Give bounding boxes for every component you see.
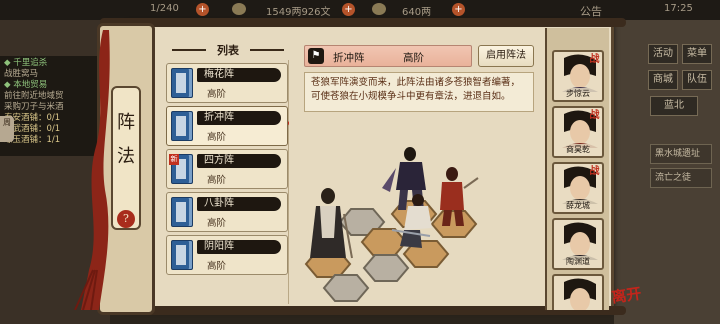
panel-title-char-2: 法 — [117, 146, 135, 167]
hero-roster: 战步惊云战商昊乾战薛龙城 陶渊道 — [545, 28, 609, 310]
formation-list-item[interactable]: 梅花阵高阶 — [166, 63, 288, 103]
hero-face-icon — [564, 278, 596, 310]
silver-coin-icon — [232, 3, 246, 15]
menu-button[interactable]: 菜单 — [682, 44, 712, 64]
hero-portrait[interactable]: 陶渊道 — [552, 218, 604, 270]
task-tracker-2[interactable]: 流亡之徒 — [650, 168, 712, 188]
scroll-rod-top — [100, 18, 626, 27]
hex-tile — [431, 210, 477, 238]
activate-formation-button[interactable]: 启用阵法 — [478, 45, 534, 67]
formation-list-item[interactable]: 新 四方阵高阶 — [166, 149, 288, 189]
hero-portrait[interactable]: 战商昊乾 — [552, 106, 604, 158]
team-button[interactable]: 队伍 — [682, 70, 712, 90]
stamina-counter: 1/240 — [150, 3, 179, 14]
new-badge: 新 — [169, 154, 179, 165]
formation-rank: 高阶 — [207, 261, 227, 272]
clock: 17:25 — [664, 3, 693, 14]
hero-portrait[interactable]: 战薛龙城 — [552, 162, 604, 214]
hero-face-icon — [562, 222, 598, 260]
add-stamina-button[interactable]: + — [196, 3, 209, 16]
formation-list-item[interactable]: 八卦阵高阶 — [166, 192, 288, 232]
hero-portrait[interactable] — [552, 274, 604, 310]
exit-seal-button[interactable]: 离开 — [610, 282, 650, 317]
panel-title: 阵 法 ? — [111, 86, 141, 230]
hero-name: 陶渊道 — [554, 256, 602, 268]
formation-book-icon — [171, 240, 193, 270]
help-icon[interactable]: ? — [117, 210, 135, 228]
formation-rank: 高阶 — [207, 218, 227, 229]
battle-badge: 战 — [589, 110, 600, 121]
character-red-fighter — [440, 167, 479, 226]
tassel-ribbon-icon — [74, 30, 110, 310]
formation-book-icon — [171, 68, 193, 98]
top-status-bar: 1/240 + 1549两926文 + 640两 + 公告 17:25 — [0, 0, 720, 20]
activity-button[interactable]: 活动 — [648, 44, 678, 64]
hero-name: 薛龙城 — [554, 200, 602, 212]
formation-name: 梅花阵 — [197, 68, 281, 82]
hex-tile — [323, 274, 369, 302]
add-silver-button[interactable]: + — [342, 3, 355, 16]
side-tab[interactable]: 周 — [0, 116, 14, 142]
hero-name: 商昊乾 — [554, 144, 602, 156]
gold-coin-icon — [372, 3, 386, 15]
region-label: 蓝北 — [650, 96, 698, 116]
formation-rank: 高阶 — [207, 89, 227, 100]
character-swordsman-left — [310, 188, 353, 259]
battle-badge: 战 — [589, 54, 600, 65]
hex-tile — [363, 254, 409, 282]
formation-detail-header: ⚑ 折冲阵 高阶 — [304, 45, 472, 67]
formation-name: 阴阳阵 — [197, 240, 281, 254]
flag-icon: ⚑ — [308, 48, 324, 64]
formation-name: 折冲阵 — [197, 111, 281, 125]
formation-rank: 高阶 — [207, 175, 227, 186]
announcement-button[interactable]: 公告 — [580, 3, 602, 19]
formation-name: 四方阵 — [197, 154, 281, 168]
add-gold-button[interactable]: + — [452, 3, 465, 16]
task-tracker-1[interactable]: 黑水城遗址 — [650, 144, 712, 164]
formation-board[interactable] — [300, 118, 540, 304]
formation-rank: 高阶 — [207, 132, 227, 143]
gold-amount: 640两 — [402, 7, 432, 18]
formation-book-icon — [171, 111, 193, 141]
silver-amount: 1549两926文 — [266, 7, 331, 18]
formation-name: 八卦阵 — [197, 197, 281, 211]
formation-list-item[interactable]: 折冲阵高阶 — [166, 106, 288, 146]
detail-formation-name: 折冲阵 — [333, 52, 365, 64]
formation-list-item[interactable]: 阴阳阵高阶 — [166, 235, 288, 275]
hero-name: 步惊云 — [554, 88, 602, 100]
hero-portrait[interactable]: 战步惊云 — [552, 50, 604, 102]
shop-button[interactable]: 商城 — [648, 70, 678, 90]
formation-book-icon — [171, 197, 193, 227]
hex-tile — [361, 228, 407, 256]
list-heading: 列表 — [170, 42, 286, 58]
detail-formation-rank: 高阶 — [403, 52, 424, 64]
battle-badge: 战 — [589, 166, 600, 177]
formation-description: 苍狼军阵演变而来，此阵法由诸多苍狼智者编著，可使苍狼在小规模争斗中更有章法，进退… — [304, 72, 534, 112]
panel-title-char-1: 阵 — [117, 112, 135, 133]
